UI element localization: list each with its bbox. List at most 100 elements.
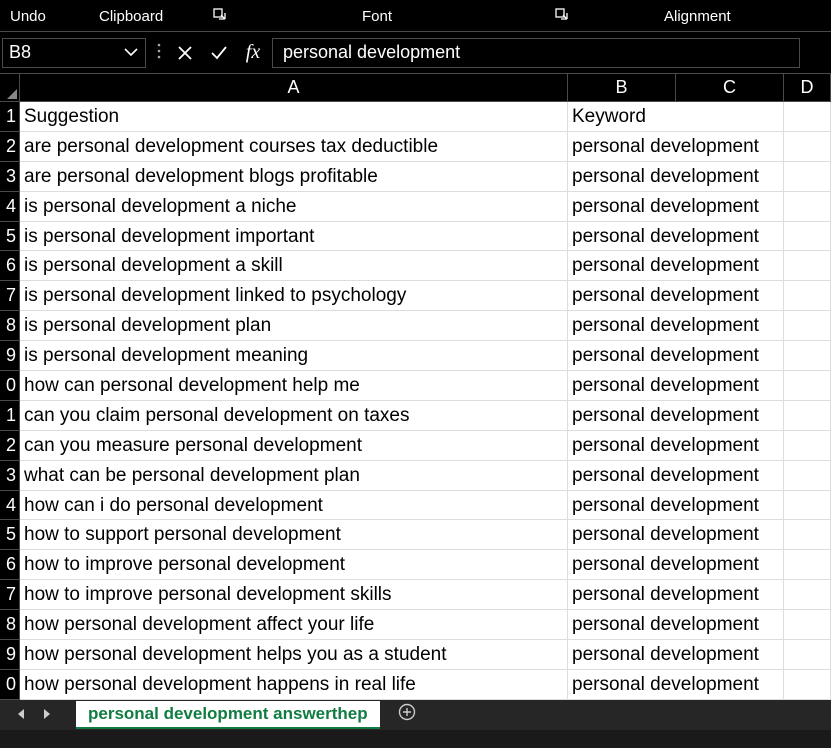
cell[interactable] [676,281,784,311]
row-header[interactable]: 8 [0,311,20,341]
cell[interactable] [784,520,831,550]
cell[interactable]: personal development [568,222,676,252]
row-header[interactable]: 0 [0,670,20,700]
cell[interactable] [676,251,784,281]
cell[interactable] [784,491,831,521]
cell[interactable]: personal development [568,281,676,311]
cell[interactable]: personal development [568,251,676,281]
row-header[interactable]: 3 [0,162,20,192]
cell[interactable]: personal development [568,162,676,192]
row-header[interactable]: 6 [0,550,20,580]
prev-sheet-button[interactable] [16,708,26,723]
cell[interactable] [784,371,831,401]
cell[interactable] [676,640,784,670]
cell[interactable]: personal development [568,132,676,162]
cell[interactable] [676,222,784,252]
cell[interactable]: personal development [568,192,676,222]
cell[interactable]: personal development [568,341,676,371]
formula-bar-grip-icon[interactable] [156,42,162,64]
cell[interactable]: how personal development happens in real… [20,670,568,700]
cell[interactable] [784,580,831,610]
cell[interactable]: personal development [568,311,676,341]
cell[interactable]: personal development [568,550,676,580]
cell[interactable]: how to improve personal development [20,550,568,580]
cell[interactable]: personal development [568,610,676,640]
cell[interactable]: are personal development blogs profitabl… [20,162,568,192]
cell[interactable]: is personal development linked to psycho… [20,281,568,311]
cell[interactable] [676,491,784,521]
cell[interactable] [676,431,784,461]
cell[interactable]: how to support personal development [20,520,568,550]
row-header[interactable]: 3 [0,461,20,491]
cell[interactable]: Keyword [568,102,676,132]
row-header[interactable]: 4 [0,192,20,222]
cell[interactable] [784,341,831,371]
row-header[interactable]: 5 [0,520,20,550]
cell[interactable] [784,610,831,640]
font-launcher-icon[interactable] [555,8,569,22]
row-header[interactable]: 4 [0,491,20,521]
cell[interactable] [784,132,831,162]
cell[interactable]: personal development [568,491,676,521]
select-all-corner[interactable] [0,74,20,102]
next-sheet-button[interactable] [42,708,52,723]
cell[interactable]: can you measure personal development [20,431,568,461]
cell[interactable]: personal development [568,401,676,431]
cell[interactable]: personal development [568,461,676,491]
cell[interactable]: is personal development a skill [20,251,568,281]
cell[interactable] [784,162,831,192]
cell[interactable] [676,162,784,192]
row-header[interactable]: 7 [0,281,20,311]
cell[interactable] [784,281,831,311]
column-header-c[interactable]: C [676,74,784,102]
cell[interactable]: personal development [568,670,676,700]
row-header[interactable]: 2 [0,431,20,461]
column-header-d[interactable]: D [784,74,831,102]
cell[interactable] [784,192,831,222]
cell[interactable] [676,311,784,341]
cell[interactable] [784,401,831,431]
clipboard-launcher-icon[interactable] [213,8,227,22]
cell[interactable] [784,251,831,281]
cell[interactable]: what can be personal development plan [20,461,568,491]
cell[interactable] [676,520,784,550]
cell[interactable]: how personal development helps you as a … [20,640,568,670]
row-header[interactable]: 6 [0,251,20,281]
row-header[interactable]: 5 [0,222,20,252]
cell[interactable] [676,550,784,580]
row-header[interactable]: 9 [0,640,20,670]
cell[interactable]: personal development [568,431,676,461]
insert-function-button[interactable]: fx [242,42,264,64]
sheet-tab-active[interactable]: personal development answerthep [76,701,380,729]
cell[interactable] [676,102,784,132]
cancel-edit-button[interactable] [174,42,196,64]
cell[interactable] [676,670,784,700]
cell[interactable]: can you claim personal development on ta… [20,401,568,431]
column-header-b[interactable]: B [568,74,676,102]
cell[interactable]: personal development [568,371,676,401]
cell[interactable] [676,461,784,491]
name-box[interactable]: B8 [2,38,146,68]
cell[interactable] [784,311,831,341]
cells-area[interactable]: SuggestionKeywordare personal developmen… [20,102,831,700]
cell[interactable] [784,222,831,252]
row-header[interactable]: 1 [0,401,20,431]
row-header[interactable]: 7 [0,580,20,610]
row-header[interactable]: 8 [0,610,20,640]
cell[interactable]: personal development [568,580,676,610]
cell[interactable] [676,132,784,162]
cell[interactable] [784,670,831,700]
column-header-a[interactable]: A [20,74,568,102]
chevron-down-icon[interactable] [117,44,145,61]
cell[interactable]: personal development [568,640,676,670]
formula-input[interactable]: personal development [272,38,800,68]
cell[interactable]: is personal development a niche [20,192,568,222]
cell[interactable]: Suggestion [20,102,568,132]
row-header[interactable]: 2 [0,132,20,162]
cell[interactable]: personal development [568,520,676,550]
cell[interactable]: how can personal development help me [20,371,568,401]
cell[interactable] [676,401,784,431]
cell[interactable] [784,431,831,461]
add-sheet-button[interactable] [392,703,422,727]
cell[interactable]: is personal development plan [20,311,568,341]
